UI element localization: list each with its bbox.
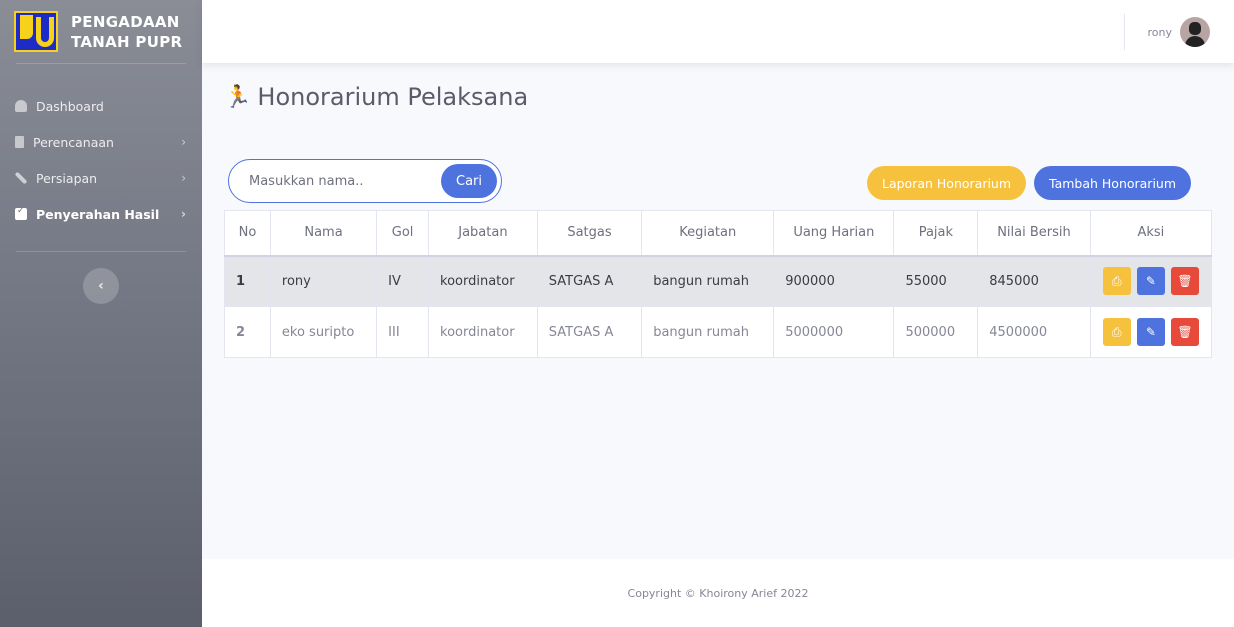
sidebar-item-perencanaan[interactable]: Perencanaan › bbox=[0, 124, 202, 160]
topbar-divider bbox=[1124, 14, 1125, 50]
trash-icon: 🗑 bbox=[1177, 274, 1193, 289]
print-button[interactable]: ⎙ bbox=[1102, 318, 1131, 346]
brand-line-2: TANAH PUPR bbox=[71, 32, 183, 51]
cell-no: 2 bbox=[224, 306, 271, 358]
main-content: 🏃 Honorarium Pelaksana Cari Laporan Hono… bbox=[202, 63, 1234, 559]
trash-icon: 🗑 bbox=[1177, 325, 1193, 339]
search-input[interactable] bbox=[249, 173, 441, 189]
page-title: 🏃 Honorarium Pelaksana bbox=[224, 83, 528, 111]
edit-icon: ✎ bbox=[1145, 274, 1156, 289]
cell-pajak: 55000 bbox=[893, 255, 979, 307]
sidebar-item-label: Dashboard bbox=[36, 98, 104, 114]
cell-uang-harian: 900000 bbox=[773, 255, 895, 307]
column-header: Uang Harian bbox=[773, 210, 895, 257]
column-header: No bbox=[224, 210, 271, 257]
brand-text: PENGADAAN TANAH PUPR bbox=[71, 12, 182, 52]
user-name: rony bbox=[1147, 25, 1173, 39]
edit-button[interactable]: ✎ bbox=[1136, 267, 1165, 296]
cell-satgas: SATGAS A bbox=[536, 306, 643, 358]
page-title-text: Honorarium Pelaksana bbox=[257, 83, 529, 111]
sidebar-item-penyerahan-hasil[interactable]: Penyerahan Hasil › bbox=[0, 196, 202, 232]
sidebar-item-label: Penyerahan Hasil bbox=[36, 206, 160, 222]
honorarium-table: No Nama Gol Jabatan Satgas Kegiatan Uang… bbox=[224, 210, 1213, 358]
cell-jabatan: koordinator bbox=[428, 255, 538, 307]
column-header: Satgas bbox=[536, 210, 643, 257]
cell-nama: eko suripto bbox=[269, 306, 378, 358]
sidebar-nav: Dashboard Perencanaan › Persiapan › Peny… bbox=[0, 64, 202, 232]
edit-icon: ✎ bbox=[1145, 325, 1156, 339]
chevron-left-icon: ‹ bbox=[98, 278, 104, 294]
topbar: rony bbox=[202, 0, 1234, 63]
search-button[interactable]: Cari bbox=[441, 164, 497, 198]
cell-nama: rony bbox=[269, 255, 378, 307]
copyright-text: Copyright © Khoirony Arief 2022 bbox=[627, 586, 809, 600]
column-header: Aksi bbox=[1089, 210, 1213, 257]
sidebar: PENGADAAN TANAH PUPR Dashboard Perencana… bbox=[0, 0, 202, 627]
laporan-honorarium-button[interactable]: Laporan Honorarium bbox=[867, 166, 1027, 200]
sidebar-item-label: Persiapan bbox=[36, 170, 98, 186]
cell-aksi: ⎙ ✎ 🗑 bbox=[1089, 255, 1213, 307]
cell-satgas: SATGAS A bbox=[536, 255, 643, 307]
brand[interactable]: PENGADAAN TANAH PUPR bbox=[0, 0, 202, 63]
chevron-right-icon: › bbox=[181, 171, 186, 185]
cell-jabatan: koordinator bbox=[428, 306, 538, 358]
cell-nilai-bersih: 4500000 bbox=[977, 306, 1091, 358]
cell-aksi: ⎙ ✎ 🗑 bbox=[1089, 306, 1213, 358]
wrench-icon bbox=[13, 170, 30, 187]
pupr-logo bbox=[14, 11, 58, 52]
calendar-check-icon bbox=[15, 206, 27, 220]
tambah-honorarium-button[interactable]: Tambah Honorarium bbox=[1034, 166, 1192, 200]
delete-button[interactable]: 🗑 bbox=[1171, 267, 1199, 296]
print-icon: ⎙ bbox=[1111, 325, 1122, 339]
table-row: 2 eko suripto III koordinator SATGAS A b… bbox=[224, 306, 1213, 358]
print-button[interactable]: ⎙ bbox=[1102, 267, 1131, 296]
gauge-icon bbox=[15, 100, 27, 112]
avatar bbox=[1180, 17, 1210, 47]
cell-pajak: 500000 bbox=[893, 306, 979, 358]
table-header-row: No Nama Gol Jabatan Satgas Kegiatan Uang… bbox=[224, 210, 1213, 257]
cell-nilai-bersih: 845000 bbox=[977, 255, 1091, 307]
sidebar-divider bbox=[16, 251, 186, 252]
column-header: Kegiatan bbox=[641, 210, 775, 257]
table-row: 1 rony IV koordinator SATGAS A bangun ru… bbox=[224, 255, 1213, 307]
cell-no: 1 bbox=[224, 255, 271, 307]
footer: Copyright © Khoirony Arief 2022 bbox=[202, 559, 1234, 627]
clipboard-icon bbox=[15, 136, 24, 148]
sidebar-item-label: Perencanaan bbox=[33, 134, 114, 150]
cell-kegiatan: bangun rumah bbox=[641, 255, 775, 307]
delete-button[interactable]: 🗑 bbox=[1171, 318, 1199, 346]
sidebar-toggle-button[interactable]: ‹ bbox=[83, 268, 119, 304]
running-icon: 🏃 bbox=[224, 84, 252, 110]
user-menu[interactable]: rony bbox=[1147, 17, 1210, 47]
brand-line-1: PENGADAAN bbox=[71, 12, 180, 31]
cell-uang-harian: 5000000 bbox=[773, 306, 895, 358]
column-header: Gol bbox=[376, 210, 430, 257]
search-form: Cari bbox=[228, 159, 502, 203]
cell-gol: III bbox=[376, 306, 430, 358]
cell-gol: IV bbox=[376, 255, 430, 307]
sidebar-item-persiapan[interactable]: Persiapan › bbox=[0, 160, 202, 196]
cell-kegiatan: bangun rumah bbox=[641, 306, 775, 358]
column-header: Nama bbox=[269, 210, 378, 257]
print-icon: ⎙ bbox=[1111, 274, 1122, 289]
column-header: Pajak bbox=[893, 210, 979, 257]
chevron-right-icon: › bbox=[181, 135, 186, 149]
edit-button[interactable]: ✎ bbox=[1136, 318, 1165, 346]
column-header: Nilai Bersih bbox=[977, 210, 1091, 257]
column-header: Jabatan bbox=[428, 210, 538, 257]
chevron-right-icon: › bbox=[181, 207, 186, 221]
sidebar-item-dashboard[interactable]: Dashboard bbox=[0, 88, 202, 124]
